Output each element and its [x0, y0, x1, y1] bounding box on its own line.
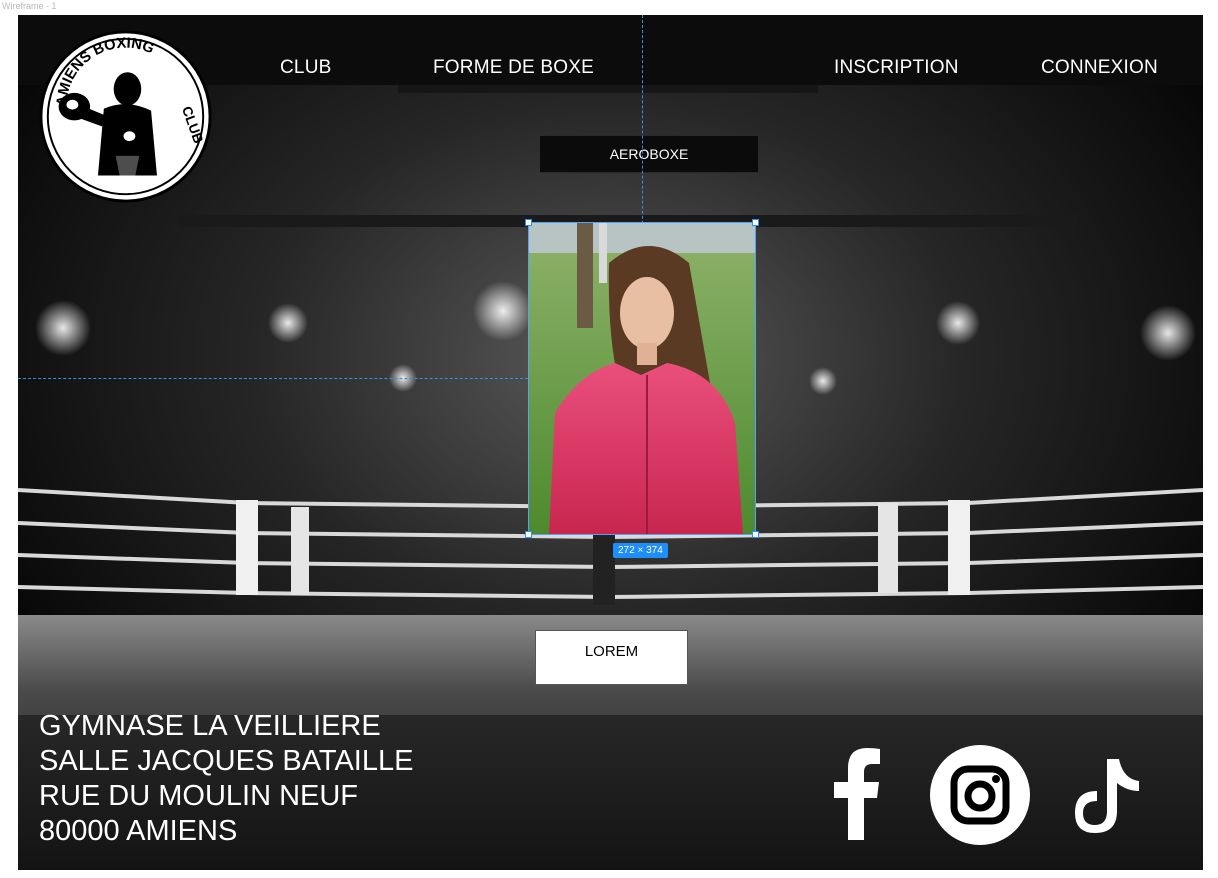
resize-handle-top-right[interactable] — [752, 219, 759, 226]
nav-forme-de-boxe[interactable]: FORME DE BOXE — [433, 57, 594, 79]
horizontal-guide — [18, 378, 528, 379]
address-block: GYMNASE LA VEILLIERE SALLE JACQUES BATAI… — [39, 709, 413, 849]
address-line-3: RUE DU MOULIN NEUF — [39, 780, 359, 812]
portrait-image — [529, 223, 755, 534]
nav-club[interactable]: CLUB — [280, 57, 331, 79]
submenu-aeroboxe[interactable]: AEROBOXE — [540, 135, 758, 173]
lorem-button[interactable]: LOREM — [535, 630, 688, 685]
resize-handle-top-left[interactable] — [525, 219, 532, 226]
facebook-icon[interactable] — [834, 748, 880, 840]
resize-handle-bottom-right[interactable] — [752, 531, 759, 538]
instagram-icon[interactable] — [930, 745, 1030, 845]
tiktok-icon[interactable] — [1073, 755, 1143, 835]
nav-inscription[interactable]: INSCRIPTION — [834, 57, 959, 79]
address-line-1: GYMNASE LA VEILLIERE — [39, 710, 381, 742]
wireframe-frame: AMIENS BOXING CLUB CLUB FORME DE BOXE IN… — [18, 15, 1203, 870]
amiens-boxing-club-logo[interactable]: AMIENS BOXING CLUB — [37, 28, 214, 205]
address-line-2: SALLE JACQUES BATAILLE — [39, 745, 414, 777]
dimension-badge: 272 × 374 — [613, 543, 668, 558]
nav-connexion[interactable]: CONNEXION — [1041, 57, 1158, 79]
resize-handle-bottom-left[interactable] — [525, 531, 532, 538]
address-line-4: 80000 AMIENS — [39, 815, 238, 847]
selected-photo[interactable] — [528, 222, 756, 535]
frame-label: Wireframe - 1 — [2, 1, 57, 11]
